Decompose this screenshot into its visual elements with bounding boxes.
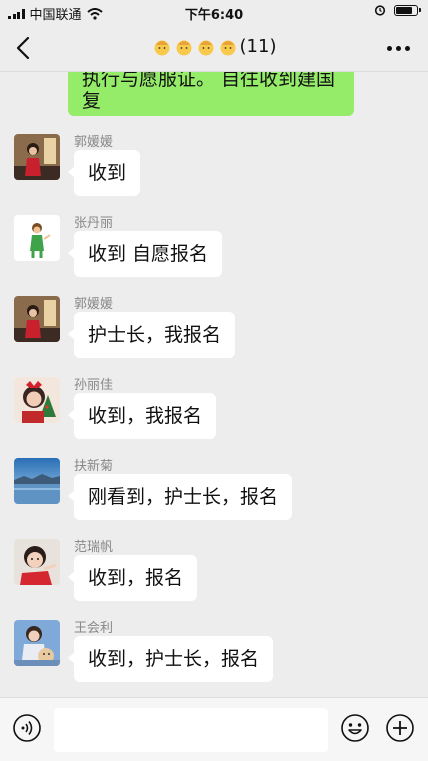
- message-row: 扶新菊 刚看到，护士长，报名: [0, 458, 428, 539]
- message-bubble[interactable]: 收到，护士长，报名: [67, 636, 274, 682]
- sender-name: 孙丽佳: [74, 378, 114, 393]
- message-row: 范瑞帆 收到，报名: [0, 539, 428, 620]
- baby-face-icon: [198, 40, 214, 55]
- message-bubble[interactable]: 护士长，我报名: [67, 312, 236, 358]
- plus-icon[interactable]: [385, 713, 415, 743]
- battery-icon: [394, 4, 421, 16]
- baby-face-icon: [176, 40, 192, 55]
- baby-face-icon: [220, 40, 236, 55]
- avatar[interactable]: [14, 134, 60, 180]
- avatar[interactable]: [14, 620, 60, 666]
- message-bubble[interactable]: 收到: [67, 150, 141, 196]
- message-row: 孙丽佳 收到，我报名: [0, 377, 428, 458]
- avatar[interactable]: [14, 458, 60, 504]
- baby-face-icon: [154, 40, 170, 55]
- alarm-icon: [374, 5, 386, 16]
- chat-title: (11): [0, 36, 428, 57]
- message-bubble[interactable]: 收到 自愿报名: [67, 231, 223, 277]
- sender-name: 郭媛媛: [74, 297, 114, 312]
- sender-name: 王会利: [74, 621, 114, 636]
- avatar[interactable]: [14, 296, 60, 342]
- sender-name: 郭媛媛: [74, 135, 114, 150]
- message-bubble[interactable]: 收到，我报名: [67, 393, 217, 439]
- avatar[interactable]: [14, 215, 60, 261]
- member-count: (11): [239, 36, 277, 57]
- sender-name: 范瑞帆: [74, 540, 114, 555]
- message-row: 张丹丽 收到 自愿报名: [0, 215, 428, 296]
- message-row: 郭媛媛 收到: [0, 134, 428, 215]
- message-input[interactable]: [54, 708, 328, 752]
- self-message-line: 执行与愿服证。 自往收到建国: [82, 72, 336, 90]
- status-bar: 中国联通 下午6:40: [0, 0, 428, 24]
- sender-name: 扶新菊: [74, 459, 114, 474]
- sender-name: 张丹丽: [74, 216, 114, 231]
- status-time: 下午6:40: [184, 8, 244, 23]
- message-bubble[interactable]: 收到，报名: [67, 555, 198, 601]
- chat-area[interactable]: 执行与愿服证。 自往收到建国 复 郭媛媛 收到 张丹丽 收到 自愿报名 郭媛媛 …: [0, 72, 428, 696]
- message-bubble[interactable]: 刚看到，护士长，报名: [67, 474, 293, 520]
- self-message-bubble[interactable]: 执行与愿服证。 自往收到建国 复: [68, 72, 354, 116]
- avatar[interactable]: [14, 539, 60, 585]
- more-dots-icon[interactable]: [387, 46, 410, 51]
- voice-icon[interactable]: [12, 713, 42, 743]
- emoji-icon[interactable]: [340, 713, 370, 743]
- input-bar: [0, 697, 428, 761]
- nav-bar: (11): [0, 24, 428, 72]
- avatar[interactable]: [14, 377, 60, 423]
- message-row: 王会利 收到，护士长，报名: [0, 620, 428, 696]
- message-row: 郭媛媛 护士长，我报名: [0, 296, 428, 377]
